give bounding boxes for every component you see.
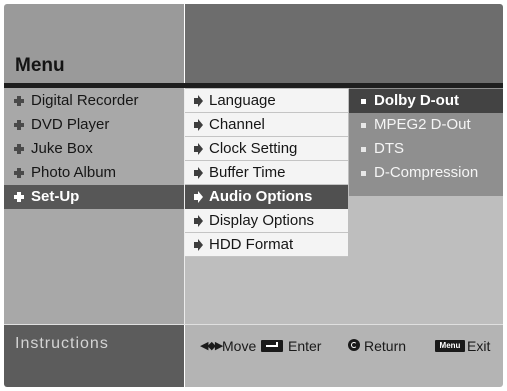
setup-menu-item-label: Clock Setting — [209, 140, 298, 157]
enter-hint: Enter — [261, 338, 341, 354]
setup-menu-item-buffer-time[interactable]: Buffer Time — [185, 161, 348, 185]
audio-menu-item-mpeg2-d-out[interactable]: MPEG2 D-Out — [349, 113, 503, 137]
setup-menu-item-hdd-format[interactable]: HDD Format — [185, 233, 348, 257]
setup-menu-item-channel[interactable]: Channel — [185, 113, 348, 137]
move-hint-label: Move — [222, 338, 257, 354]
main-menu-item-juke-box[interactable]: Juke Box — [4, 137, 184, 161]
plus-icon — [14, 192, 24, 202]
arrow-right-icon — [194, 95, 203, 107]
instructions-title-panel: Instructions — [4, 325, 184, 387]
enter-hint-label: Enter — [288, 338, 322, 354]
main-menu-item-set-up[interactable]: Set-Up — [4, 185, 184, 209]
arrow-right-icon — [194, 191, 203, 203]
arrow-right-icon — [194, 143, 203, 155]
enter-key-icon — [261, 340, 283, 352]
arrow-right-icon — [194, 215, 203, 227]
square-bullet-icon — [361, 123, 366, 128]
square-bullet-icon — [361, 147, 366, 152]
tv-menu-screen: Menu Digital Recorder DVD Player Juke Bo… — [4, 4, 503, 387]
audio-menu-item-label: D-Compression — [374, 164, 479, 181]
instructions-key-panel: ◀◆▶ Move Enter Return Menu Exit — [185, 325, 503, 387]
audio-menu-item-label: MPEG2 D-Out — [374, 116, 471, 133]
main-menu-item-label: Juke Box — [31, 140, 93, 157]
setup-menu-item-language[interactable]: Language — [185, 89, 348, 113]
exit-hint: Menu Exit — [435, 338, 501, 354]
setup-menu-item-display-options[interactable]: Display Options — [185, 209, 348, 233]
audio-menu-item-dts[interactable]: DTS — [349, 137, 503, 161]
move-hint: ◀◆▶ Move — [200, 338, 257, 354]
setup-menu-item-label: Audio Options — [209, 188, 313, 205]
setup-menu-item-clock-setting[interactable]: Clock Setting — [185, 137, 348, 161]
return-hint: Return — [348, 338, 418, 354]
main-menu-item-label: DVD Player — [31, 116, 110, 133]
audio-menu-item-dolby-d-out[interactable]: Dolby D-out — [349, 89, 503, 113]
main-menu-item-label: Digital Recorder — [31, 92, 139, 109]
plus-icon — [14, 168, 24, 178]
menu-key-icon: Menu — [435, 340, 465, 352]
setup-menu-item-label: Language — [209, 92, 276, 109]
plus-icon — [14, 144, 24, 154]
audio-menu-item-label: DTS — [374, 140, 404, 157]
setup-menu-item-label: Buffer Time — [209, 164, 286, 181]
main-menu-item-digital-recorder[interactable]: Digital Recorder — [4, 89, 184, 113]
square-bullet-icon — [361, 99, 366, 104]
arrow-right-icon — [194, 239, 203, 251]
header-right-panel — [185, 4, 503, 83]
main-menu-item-label: Set-Up — [31, 188, 80, 205]
main-menu-item-photo-album[interactable]: Photo Album — [4, 161, 184, 185]
menu-title: Menu — [15, 55, 65, 76]
setup-menu-item-label: HDD Format — [209, 236, 294, 253]
header-left-panel: Menu — [4, 4, 184, 83]
arrow-right-icon — [194, 167, 203, 179]
square-bullet-icon — [361, 171, 366, 176]
exit-hint-label: Exit — [467, 338, 491, 354]
arrow-right-icon — [194, 119, 203, 131]
main-menu-item-label: Photo Album — [31, 164, 117, 181]
main-menu-item-dvd-player[interactable]: DVD Player — [4, 113, 184, 137]
audio-menu-item-label: Dolby D-out — [374, 92, 459, 109]
return-key-icon — [348, 339, 360, 351]
audio-menu-item-d-compression[interactable]: D-Compression — [349, 161, 503, 185]
setup-menu-item-audio-options[interactable]: Audio Options — [185, 185, 348, 209]
plus-icon — [14, 120, 24, 130]
instructions-title: Instructions — [15, 335, 109, 352]
setup-menu-item-label: Channel — [209, 116, 265, 133]
return-hint-label: Return — [364, 338, 407, 354]
plus-icon — [14, 96, 24, 106]
setup-menu-item-label: Display Options — [209, 212, 315, 229]
directional-arrows-icon: ◀◆▶ — [200, 340, 223, 352]
